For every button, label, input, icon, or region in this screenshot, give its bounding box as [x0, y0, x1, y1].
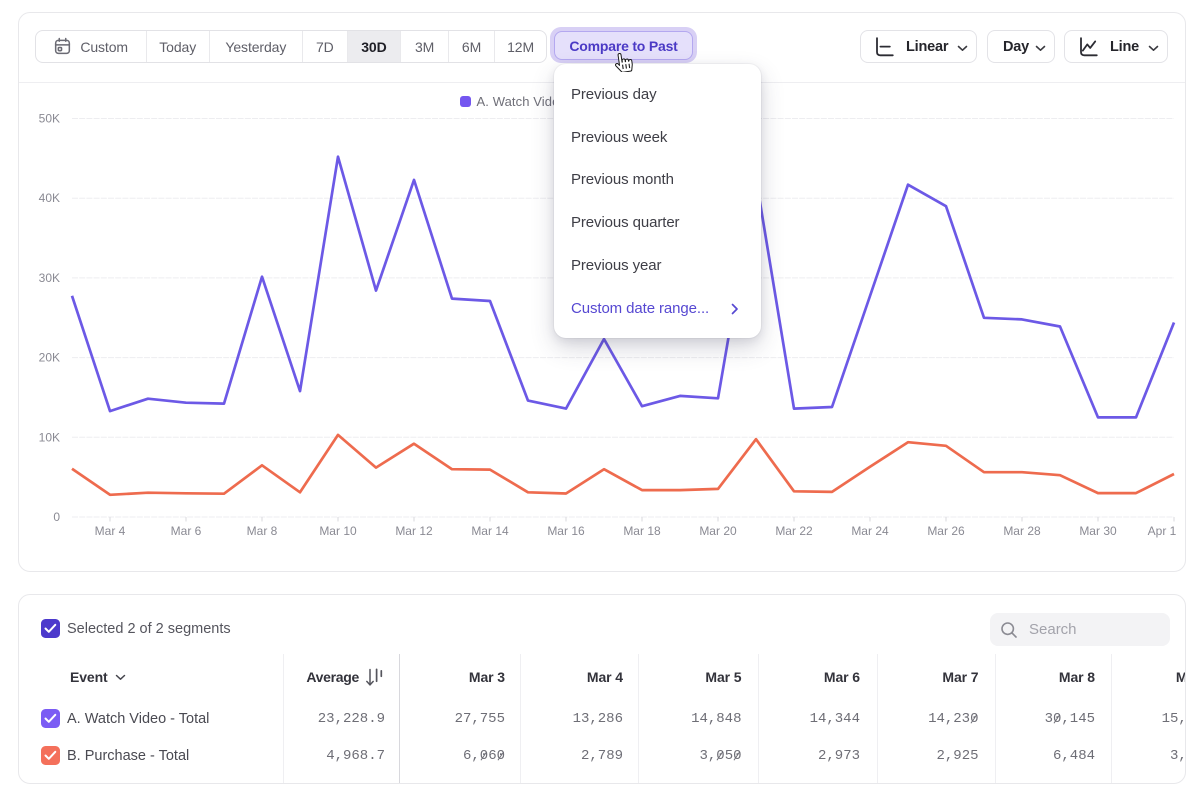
svg-text:0: 0: [53, 510, 60, 524]
svg-text:30K: 30K: [39, 271, 60, 285]
svg-text:Mar 20: Mar 20: [699, 524, 737, 538]
svg-text:Mar 6: Mar 6: [171, 524, 202, 538]
svg-text:Apr 1: Apr 1: [1148, 524, 1177, 538]
svg-text:Mar 28: Mar 28: [1003, 524, 1041, 538]
svg-text:Mar 14: Mar 14: [471, 524, 509, 538]
svg-text:Mar 16: Mar 16: [547, 524, 585, 538]
svg-text:Mar 22: Mar 22: [775, 524, 813, 538]
svg-text:40K: 40K: [39, 191, 60, 205]
svg-text:Mar 8: Mar 8: [247, 524, 278, 538]
svg-text:Mar 24: Mar 24: [851, 524, 889, 538]
svg-text:Mar 30: Mar 30: [1079, 524, 1117, 538]
svg-text:Mar 18: Mar 18: [623, 524, 661, 538]
svg-text:Mar 4: Mar 4: [95, 524, 126, 538]
svg-text:20K: 20K: [39, 351, 60, 365]
svg-text:50K: 50K: [39, 112, 60, 126]
svg-text:Mar 26: Mar 26: [927, 524, 965, 538]
svg-text:Mar 12: Mar 12: [395, 524, 433, 538]
svg-text:10K: 10K: [39, 430, 60, 444]
svg-text:Mar 10: Mar 10: [319, 524, 357, 538]
